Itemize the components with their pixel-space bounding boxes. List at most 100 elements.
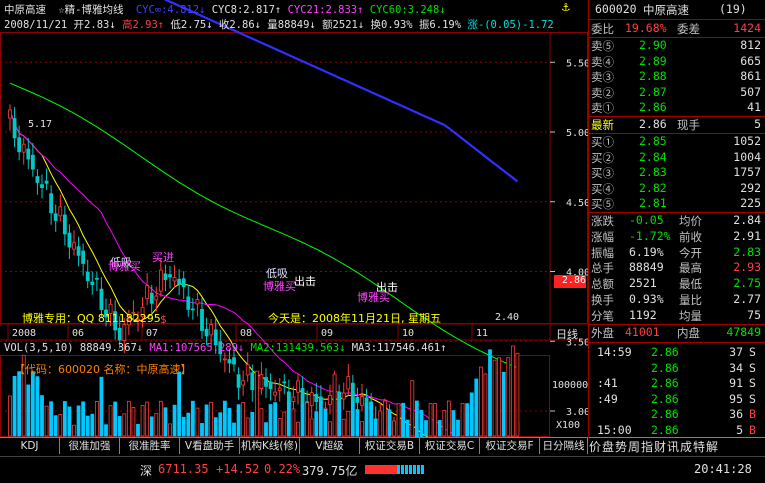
tab-rfgx[interactable]: 日分隔线 <box>540 438 588 454</box>
x-tick-label: 08 <box>240 328 252 339</box>
tick-direction: B <box>749 407 756 421</box>
bid-volume: 1052 <box>733 134 761 148</box>
candle-body <box>209 324 214 336</box>
tab-kdj[interactable]: KDJ <box>0 438 60 454</box>
y-tick-label: 5.50 <box>566 58 588 69</box>
candle-body <box>250 372 255 391</box>
vol-indicator[interactable]: VOL(3,5,10) <box>4 342 74 354</box>
ask-label: 卖⑤ <box>591 39 614 53</box>
candle-body <box>277 387 282 392</box>
vol-code-label: 【代码：600020 名称：中原高速】 <box>14 363 192 376</box>
volume-bar <box>332 373 337 437</box>
volume-bar <box>392 420 396 437</box>
volume-bar <box>387 409 392 437</box>
stock-code: 600020 <box>595 2 637 16</box>
candle-body <box>241 380 246 386</box>
high-marker: 5.17 <box>28 119 53 130</box>
low-marker: 2.40 <box>495 312 520 323</box>
candle-body <box>177 278 182 285</box>
volume-bar <box>465 403 470 437</box>
candle-body <box>309 392 314 406</box>
bid-row: 买⑤ 2.81 225 <box>589 196 765 212</box>
tick-price: 2.86 <box>651 360 679 375</box>
vol-y-tick: 100000 <box>552 380 589 391</box>
volume-bar <box>72 424 76 437</box>
volume-bar <box>195 407 200 437</box>
amplitude-value: 振6.19% <box>418 19 462 31</box>
bid-label: 买① <box>591 135 614 149</box>
volume-bar <box>213 417 218 437</box>
tick-row: 2.86 36 B <box>589 407 765 423</box>
volume-bar <box>62 401 67 437</box>
volume-bar <box>510 345 515 437</box>
volume-bar <box>446 400 451 437</box>
annotation-boya-buy-2: 博雅买 <box>263 280 296 293</box>
volume-bar <box>456 419 460 437</box>
volume-bar <box>364 403 369 437</box>
candle-body <box>236 374 241 388</box>
period-label[interactable]: 日线 <box>556 326 578 342</box>
volume-bar <box>26 384 31 437</box>
candle-body <box>145 285 150 300</box>
stat-value: 2.91 <box>733 228 761 243</box>
weibi-label: 委比 <box>591 22 614 36</box>
tab-qzjyc[interactable]: 权证交易C <box>420 438 480 454</box>
outer-inner-row: 外盘 41001 内盘 47849 <box>589 325 765 341</box>
bid-price: 2.84 <box>639 149 667 164</box>
ask-label: 卖④ <box>591 54 614 69</box>
candle-body <box>67 232 72 248</box>
volume-bar <box>168 423 172 437</box>
stat-row: 涨跌 -0.05 均价 2.84 <box>589 213 765 229</box>
candle-body <box>168 274 172 278</box>
candle-body <box>81 250 86 264</box>
stock-name[interactable]: 中原高速 <box>4 4 46 16</box>
tab-vkpzs[interactable]: V看盘助手 <box>180 438 240 454</box>
candle-body <box>222 358 227 361</box>
tick-volume: 34 <box>729 360 743 375</box>
indicator-name[interactable]: ☆精-博雅均线 <box>58 4 123 16</box>
volume-bar <box>309 418 314 437</box>
latest-value: 2.86 <box>639 117 667 131</box>
candle-body <box>163 273 168 281</box>
volume-bar <box>149 416 154 437</box>
ask-price: 2.86 <box>639 100 667 114</box>
candle-body <box>76 246 81 256</box>
bid-price: 2.82 <box>639 180 667 195</box>
tab-hzjq[interactable]: 很准加强 <box>60 438 120 454</box>
tab-qzjyb[interactable]: 权证交易B <box>360 438 420 454</box>
date: 2008/11/21 <box>4 19 68 31</box>
candle-body <box>296 380 300 393</box>
ask-volume: 41 <box>747 100 761 114</box>
candle-body <box>350 382 355 401</box>
y-tick-label: 3.00 <box>566 407 588 418</box>
volume-bar <box>222 400 227 437</box>
tab-jgkx[interactable]: 机构K线(修) <box>240 438 300 454</box>
right-tabs[interactable]: 价盘势周指财讯成特解 <box>589 437 765 455</box>
ask-price: 2.87 <box>639 84 667 99</box>
tab-vmacd[interactable]: V超级MACD <box>300 438 360 468</box>
status-bar: 深 6711.35 +14.52 0.22% 379.75亿 20:41:28 <box>0 456 765 483</box>
tick-row: 14:59 2.86 37 S <box>589 345 765 361</box>
quote-stock-name: 中原高速 <box>643 3 689 17</box>
anchor-icon[interactable]: ⚓ <box>562 0 570 15</box>
volume-bar <box>136 423 140 437</box>
footer-date: 今天是：2008年11月21日, 星期五 <box>268 312 441 325</box>
volume-bar <box>8 395 12 437</box>
stat-label: 均量 <box>679 308 702 323</box>
candle-body <box>35 176 40 183</box>
stat-value: 6.19% <box>629 244 664 259</box>
stat-value: 2521 <box>629 276 657 291</box>
candle-body <box>200 309 204 331</box>
tick-volume: 37 <box>729 345 743 359</box>
stat-label: 均价 <box>679 214 702 228</box>
bid-volume: 225 <box>740 196 761 210</box>
tab-hzsl[interactable]: 很准胜率 <box>120 438 180 454</box>
stat-row: 分笔 1192 均量 75 <box>589 308 765 324</box>
candle-body <box>8 109 12 119</box>
volume-bar <box>40 395 44 437</box>
volume-bar <box>67 406 72 437</box>
stat-value: 2.77 <box>733 292 761 306</box>
ask-row: 卖② 2.87 507 <box>589 85 765 101</box>
tab-qzjyf[interactable]: 权证交易F <box>480 438 540 454</box>
candle-body <box>204 328 209 337</box>
